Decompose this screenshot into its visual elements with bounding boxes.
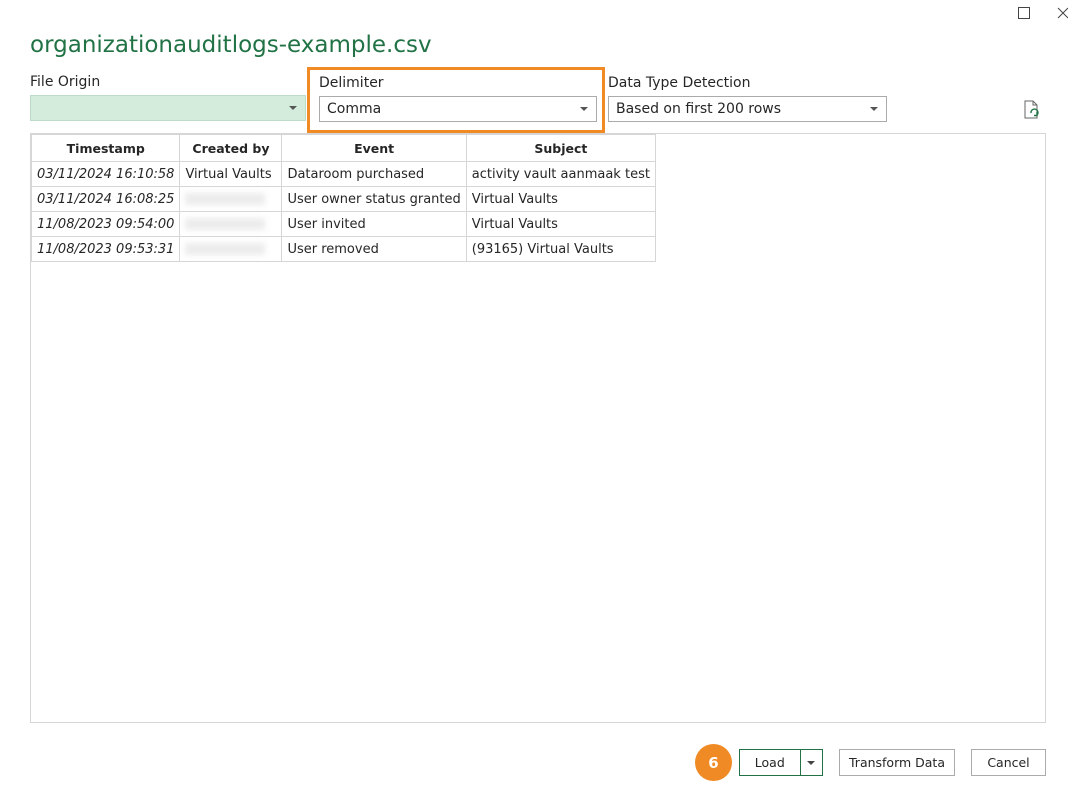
redacted-value <box>185 193 266 205</box>
cell-event: User invited <box>281 211 467 237</box>
file-origin-label: File Origin <box>30 74 101 90</box>
table-row: 03/11/2024 16:08:25 User owner status gr… <box>30 186 656 212</box>
table-row: 11/08/2023 09:53:31 User removed (93165)… <box>30 236 656 262</box>
column-header-event: Event <box>281 134 467 162</box>
load-split-button: Load <box>739 749 823 776</box>
cell-event: User removed <box>281 236 467 262</box>
cell-subject: Virtual Vaults <box>465 211 656 237</box>
close-button[interactable] <box>1050 2 1068 24</box>
maximize-icon <box>1018 7 1030 19</box>
data-type-detection-value: Based on first 200 rows <box>616 101 782 117</box>
transform-data-button[interactable]: Transform Data <box>839 749 955 776</box>
data-type-detection-label: Data Type Detection <box>608 75 751 91</box>
cell-timestamp: 03/11/2024 16:08:25 <box>30 186 181 212</box>
data-type-detection-dropdown[interactable]: Based on first 200 rows <box>608 96 887 122</box>
chevron-down-icon <box>807 760 816 765</box>
chevron-down-icon <box>870 107 878 111</box>
cell-created-by-redacted <box>179 236 283 262</box>
cell-subject: Virtual Vaults <box>465 186 656 212</box>
data-preview-pane: Timestamp Created by Event Subject 03/11… <box>30 133 1046 723</box>
cell-timestamp: 03/11/2024 16:10:58 <box>30 161 181 187</box>
delimiter-value: Comma <box>327 101 382 117</box>
column-header-timestamp: Timestamp <box>30 134 181 162</box>
preview-table: Timestamp Created by Event Subject 03/11… <box>30 134 656 262</box>
refresh-preview-button[interactable] <box>1021 99 1043 121</box>
dialog-title: organizationauditlogs-example.csv <box>30 32 432 58</box>
cell-subject: activity vault aanmaak test <box>465 161 656 187</box>
redacted-value <box>185 218 266 230</box>
redacted-value <box>185 243 266 255</box>
maximize-button[interactable] <box>1011 2 1037 24</box>
cell-timestamp: 11/08/2023 09:54:00 <box>30 211 181 237</box>
cell-event: Dataroom purchased <box>281 161 467 187</box>
column-header-created-by: Created by <box>179 134 283 162</box>
cell-timestamp: 11/08/2023 09:53:31 <box>30 236 181 262</box>
table-header-row: Timestamp Created by Event Subject <box>30 134 656 162</box>
close-icon <box>1057 7 1068 19</box>
table-row: 03/11/2024 16:10:58 Virtual Vaults Datar… <box>30 161 656 187</box>
load-button[interactable]: Load <box>740 755 800 770</box>
table-row: 11/08/2023 09:54:00 User invited Virtual… <box>30 211 656 237</box>
cell-event: User owner status granted <box>281 186 467 212</box>
column-header-subject: Subject <box>465 134 656 162</box>
cell-created-by: Virtual Vaults <box>179 161 283 187</box>
delimiter-dropdown[interactable]: Comma <box>319 96 597 122</box>
delimiter-label: Delimiter <box>319 75 384 91</box>
step-number-badge: 6 <box>695 744 732 781</box>
chevron-down-icon <box>289 106 297 110</box>
cell-subject: (93165) Virtual Vaults <box>465 236 656 262</box>
load-options-dropdown[interactable] <box>801 750 822 775</box>
cell-created-by-redacted <box>179 186 283 212</box>
cell-created-by-redacted <box>179 211 283 237</box>
cancel-button[interactable]: Cancel <box>971 749 1046 776</box>
chevron-down-icon <box>580 107 588 111</box>
refresh-document-icon <box>1024 100 1039 119</box>
file-origin-dropdown[interactable] <box>30 95 306 121</box>
